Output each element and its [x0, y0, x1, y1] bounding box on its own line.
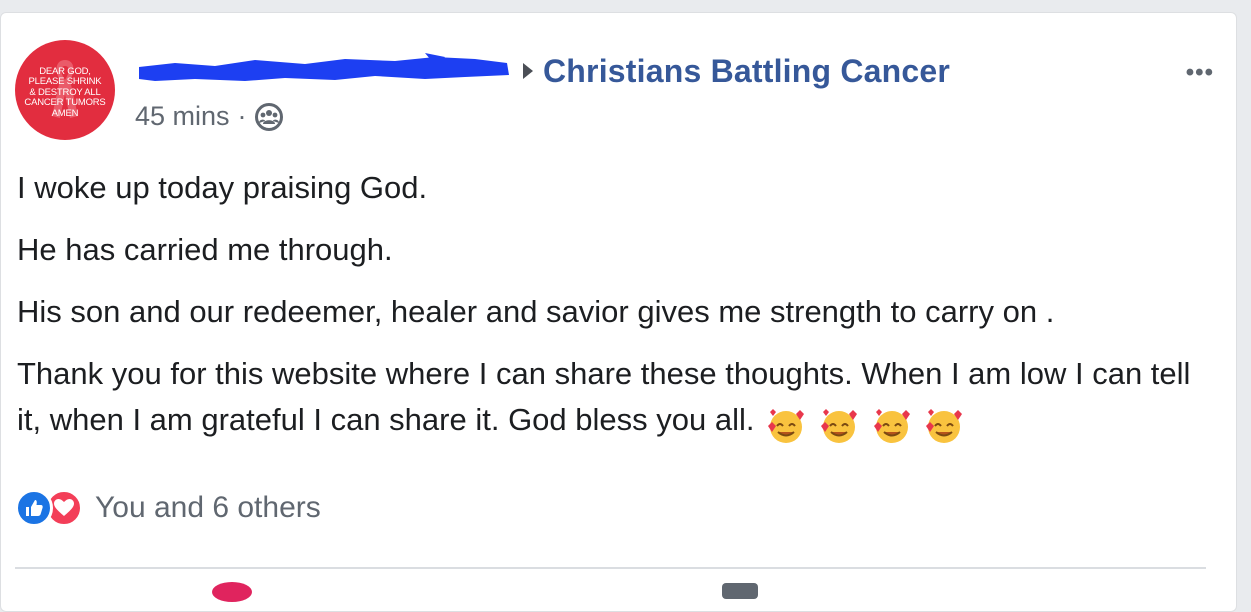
caret-right-icon: [523, 63, 533, 79]
action-icon-partial[interactable]: [212, 582, 252, 602]
post-line-1: I woke up today praising God.: [17, 170, 428, 205]
author-name-redacted[interactable]: [135, 53, 513, 85]
like-icon: [15, 489, 53, 527]
reaction-summary[interactable]: You and 6 others: [15, 489, 321, 527]
group-avatar[interactable]: DEAR GOD, PLEASE SHRINK & DESTROY ALL CA…: [15, 40, 115, 140]
separator-dot: ·: [237, 101, 247, 131]
post-header: Christians Battling Cancer: [135, 51, 950, 91]
smiling-face-with-hearts-icon: [768, 408, 805, 443]
group-link[interactable]: Christians Battling Cancer: [543, 53, 950, 90]
post-meta: 45 mins ·: [135, 101, 283, 132]
post-line-4-text: Thank you for this website where I can s…: [17, 356, 1191, 437]
action-icon-partial[interactable]: [722, 583, 758, 599]
avatar-caption: DEAR GOD, PLEASE SHRINK & DESTROY ALL CA…: [24, 65, 106, 119]
actions-divider: [15, 567, 1206, 569]
reaction-count-text[interactable]: You and 6 others: [95, 491, 321, 525]
post-card: DEAR GOD, PLEASE SHRINK & DESTROY ALL CA…: [0, 12, 1237, 612]
smiling-face-with-hearts-icon: [821, 408, 858, 443]
post-line-3: His son and our redeemer, healer and sav…: [17, 294, 1055, 329]
post-line-4: Thank you for this website where I can s…: [17, 351, 1222, 447]
emoji-group: [766, 401, 968, 447]
smiling-face-with-hearts-icon: [873, 408, 910, 443]
post-line-2: He has carried me through.: [17, 232, 393, 267]
group-members-icon[interactable]: [254, 102, 283, 131]
smiling-face-with-hearts-icon: [926, 408, 963, 443]
more-options-button[interactable]: •••: [1186, 59, 1214, 87]
post-body: I woke up today praising God. He has car…: [17, 165, 1222, 463]
timestamp[interactable]: 45 mins: [135, 101, 230, 132]
